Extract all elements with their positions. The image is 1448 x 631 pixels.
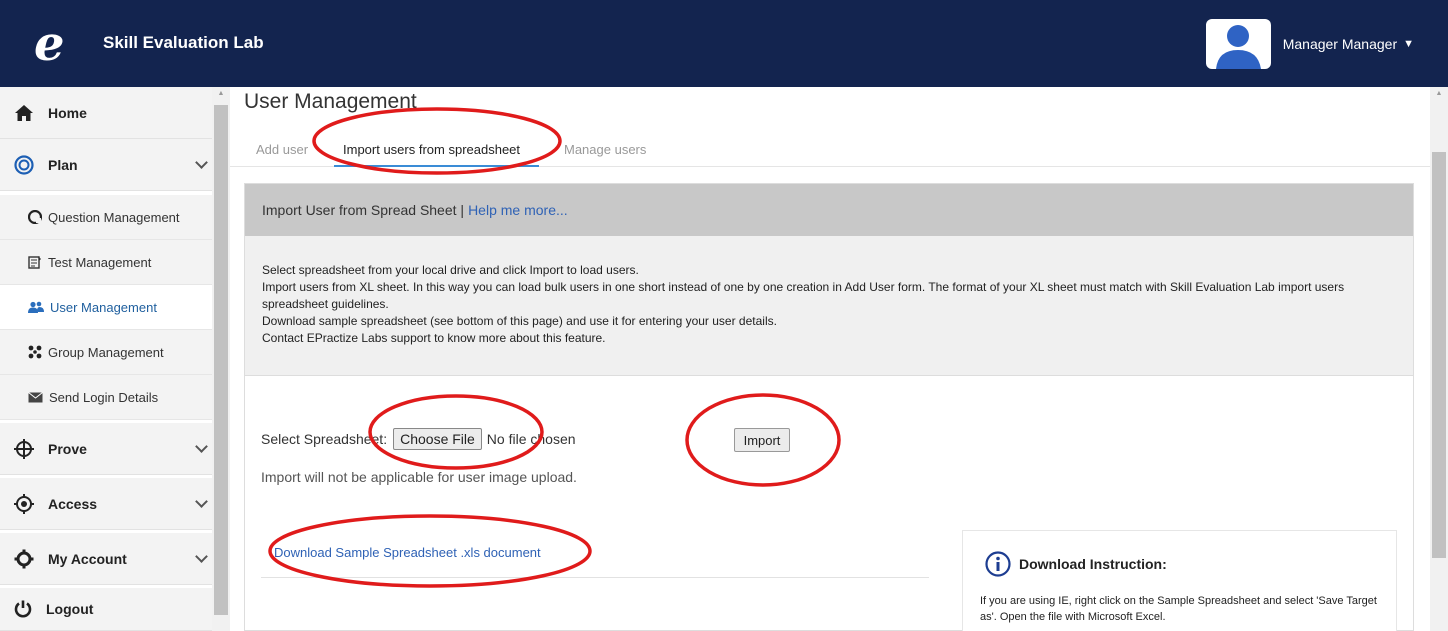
scroll-up-arrow-icon[interactable]: ▲ xyxy=(212,90,230,100)
page-title: User Management xyxy=(244,90,417,113)
info-icon xyxy=(985,551,1011,577)
choose-file-button[interactable]: Choose File xyxy=(393,428,482,450)
scroll-up-arrow-icon[interactable]: ▲ xyxy=(1430,90,1448,100)
sidebar-item-label: Plan xyxy=(48,156,78,173)
gear-icon xyxy=(14,549,34,568)
chevron-down-icon xyxy=(195,440,208,453)
tab-import-users[interactable]: Import users from spreadsheet xyxy=(343,142,520,157)
select-spreadsheet-label: Select Spreadsheet: xyxy=(261,431,388,447)
user-name: Manager Manager xyxy=(1282,36,1398,52)
sidebar-item-label: Access xyxy=(48,495,98,512)
sidebar-item-label: Logout xyxy=(46,601,94,617)
instruction-heading: Download Instruction: xyxy=(985,551,1167,577)
select-spreadsheet-row: Select Spreadsheet: Choose File No file … xyxy=(261,428,576,450)
envelope-icon xyxy=(28,391,43,402)
instruction-text: If you are using IE, right click on the … xyxy=(980,595,1377,623)
sidebar-item-user-management[interactable]: User Management xyxy=(0,285,212,330)
caret-down-icon: ▼ xyxy=(1403,38,1414,50)
help-link[interactable]: Help me more... xyxy=(468,202,568,218)
info-line: Select spreadsheet from your local drive… xyxy=(262,263,639,277)
sidebar-item-test-management[interactable]: Test Management xyxy=(0,240,212,285)
panel-heading-text: Import User from Spread Sheet | xyxy=(262,202,465,218)
sidebar-item-label: Test Management xyxy=(48,254,152,270)
sidebar-item-label: Question Management xyxy=(48,209,180,225)
sidebar-item-question-management[interactable]: Question Management xyxy=(0,195,212,240)
download-sample-link[interactable]: Download Sample Spreadsheet .xls documen… xyxy=(274,545,541,560)
home-icon xyxy=(15,104,33,121)
info-line: Download sample spreadsheet (see bottom … xyxy=(262,314,777,328)
sidebar-item-group-management[interactable]: Group Management xyxy=(0,330,212,375)
sidebar-item-plan[interactable]: Plan xyxy=(0,139,212,191)
import-button[interactable]: Import xyxy=(734,428,790,452)
active-tab-indicator xyxy=(334,165,539,167)
tab-manage-users[interactable]: Manage users xyxy=(564,142,646,157)
sidebar-item-prove[interactable]: Prove xyxy=(0,423,212,475)
user-avatar-icon xyxy=(1215,25,1261,69)
download-instruction-box: Download Instruction: If you are using I… xyxy=(962,530,1397,631)
sidebar-item-label: Prove xyxy=(48,440,87,457)
group-icon xyxy=(28,345,42,359)
sidebar-item-access[interactable]: Access xyxy=(0,478,212,530)
sidebar-scrollbar-thumb[interactable] xyxy=(214,105,228,615)
question-icon xyxy=(28,210,42,224)
divider xyxy=(261,577,929,578)
chevron-down-icon xyxy=(195,156,208,169)
target-icon xyxy=(14,154,34,175)
chevron-down-icon xyxy=(195,495,208,508)
sidebar-item-label: Send Login Details xyxy=(49,389,159,405)
tab-bar: Add user Import users from spreadsheet M… xyxy=(230,128,1430,167)
user-menu[interactable]: Manager Manager ▼ xyxy=(1205,19,1414,69)
sidebar: Home Plan Question Management Test Manag… xyxy=(0,87,230,631)
info-box: Select spreadsheet from your local drive… xyxy=(245,236,1413,376)
instruction-title: Download Instruction: xyxy=(1019,556,1167,572)
tab-add-user[interactable]: Add user xyxy=(256,142,308,157)
svg-text:e: e xyxy=(34,18,65,66)
sidebar-item-label: Group Management xyxy=(48,344,164,360)
sidebar-item-home[interactable]: Home xyxy=(0,87,212,139)
import-note: Import will not be applicable for user i… xyxy=(261,469,577,485)
test-icon xyxy=(28,256,41,269)
main-scrollbar-thumb[interactable] xyxy=(1432,152,1446,558)
access-icon xyxy=(14,493,34,514)
users-icon xyxy=(28,301,44,313)
sidebar-item-my-account[interactable]: My Account xyxy=(0,533,212,585)
power-icon xyxy=(14,600,32,618)
app-title: Skill Evaluation Lab xyxy=(103,33,264,52)
crosshair-icon xyxy=(14,438,34,459)
avatar xyxy=(1205,19,1271,69)
sidebar-item-label: Home xyxy=(48,104,87,121)
sidebar-item-logout[interactable]: Logout xyxy=(0,588,212,631)
sidebar-item-label: My Account xyxy=(48,550,127,567)
logo-icon: e xyxy=(34,18,65,66)
sidebar-item-label: User Management xyxy=(50,299,157,315)
sidebar-item-send-login-details[interactable]: Send Login Details xyxy=(0,375,212,420)
top-bar: e Skill Evaluation Lab Manager Manager ▼ xyxy=(0,0,1448,87)
file-status: No file chosen xyxy=(486,431,576,447)
chevron-down-icon xyxy=(195,550,208,563)
info-line: Contact EPractize Labs support to know m… xyxy=(262,331,606,345)
panel-heading: Import User from Spread Sheet | Help me … xyxy=(245,184,1413,236)
info-line: Import users from XL sheet. In this way … xyxy=(262,280,1345,311)
